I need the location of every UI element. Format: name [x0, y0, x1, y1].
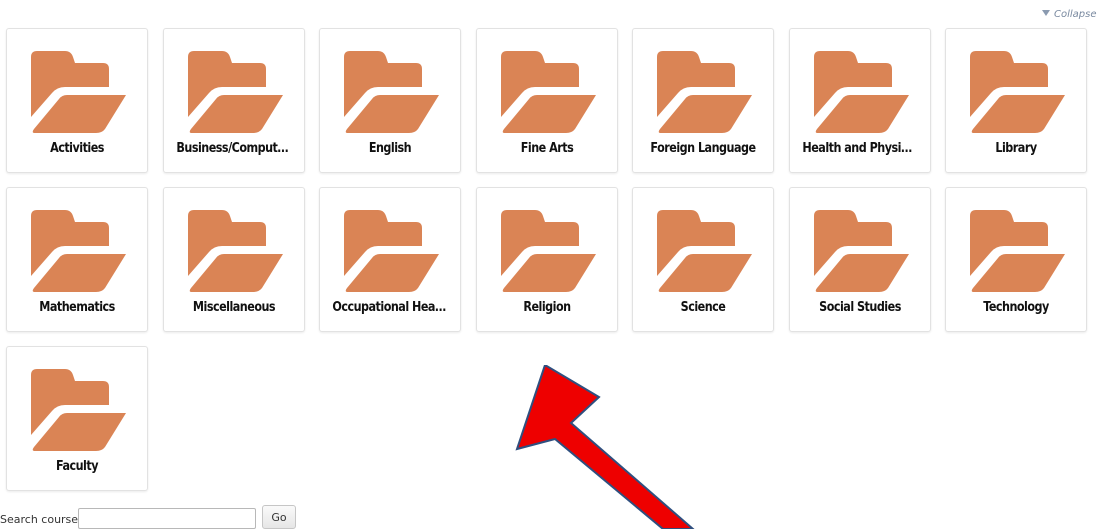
- category-tile[interactable]: Miscellaneous: [163, 187, 305, 332]
- category-label: Occupational Health: [332, 300, 451, 315]
- category-tile[interactable]: Technology: [945, 187, 1087, 332]
- course-categories-page: Collapse a Activities Business/Computer E…: [0, 0, 1100, 529]
- folder-icon: [970, 51, 1065, 133]
- folder-icon: [344, 210, 439, 292]
- folder-icon: [814, 210, 909, 292]
- category-tile[interactable]: Health and Physical Ed...: [789, 28, 931, 173]
- category-label: Health and Physical Ed...: [802, 141, 920, 156]
- folder-icon: [657, 51, 752, 133]
- category-label: Foreign Language: [650, 141, 756, 156]
- category-tile[interactable]: English: [319, 28, 461, 173]
- folder-icon: [188, 210, 283, 292]
- collapse-all-label: Collapse a: [1054, 9, 1100, 20]
- triangle-down-icon: [1042, 10, 1050, 16]
- category-label: Miscellaneous: [192, 300, 276, 315]
- folder-icon: [501, 210, 596, 292]
- category-label: Science: [680, 300, 726, 315]
- category-tile[interactable]: Religion: [476, 187, 618, 332]
- category-tile[interactable]: Business/Computer Ed...: [163, 28, 305, 173]
- collapse-all-link[interactable]: Collapse a: [1042, 9, 1100, 20]
- folder-icon: [31, 210, 126, 292]
- category-tile[interactable]: Library: [945, 28, 1087, 173]
- folder-icon: [657, 210, 752, 292]
- category-tile[interactable]: Science: [632, 187, 774, 332]
- category-tile[interactable]: Occupational Health: [319, 187, 461, 332]
- category-label: Faculty: [56, 459, 98, 474]
- category-label: Library: [995, 141, 1037, 156]
- category-tile[interactable]: Fine Arts: [476, 28, 618, 173]
- search-courses-label: Search courses:: [0, 513, 88, 526]
- category-label: Mathematics: [39, 300, 115, 315]
- category-label: Activities: [50, 141, 104, 156]
- category-tile[interactable]: Faculty: [6, 346, 148, 491]
- category-label: English: [368, 141, 412, 156]
- search-go-button[interactable]: Go: [262, 505, 296, 529]
- folder-icon: [344, 51, 439, 133]
- search-courses-input[interactable]: [78, 508, 256, 529]
- category-tile[interactable]: Activities: [6, 28, 148, 173]
- category-tile[interactable]: Mathematics: [6, 187, 148, 332]
- category-tile[interactable]: Foreign Language: [632, 28, 774, 173]
- folder-icon: [970, 210, 1065, 292]
- folder-icon: [31, 51, 126, 133]
- category-label: Technology: [983, 300, 1049, 315]
- category-label: Fine Arts: [520, 141, 574, 156]
- folder-icon: [501, 51, 596, 133]
- category-label: Religion: [523, 300, 571, 315]
- red-arrow-annotation: [515, 365, 695, 529]
- category-label: Social Studies: [819, 300, 901, 315]
- folder-icon: [188, 51, 283, 133]
- folder-icon: [814, 51, 909, 133]
- category-tile[interactable]: Social Studies: [789, 187, 931, 332]
- folder-icon: [31, 369, 126, 451]
- category-label: Business/Computer Ed...: [176, 141, 294, 156]
